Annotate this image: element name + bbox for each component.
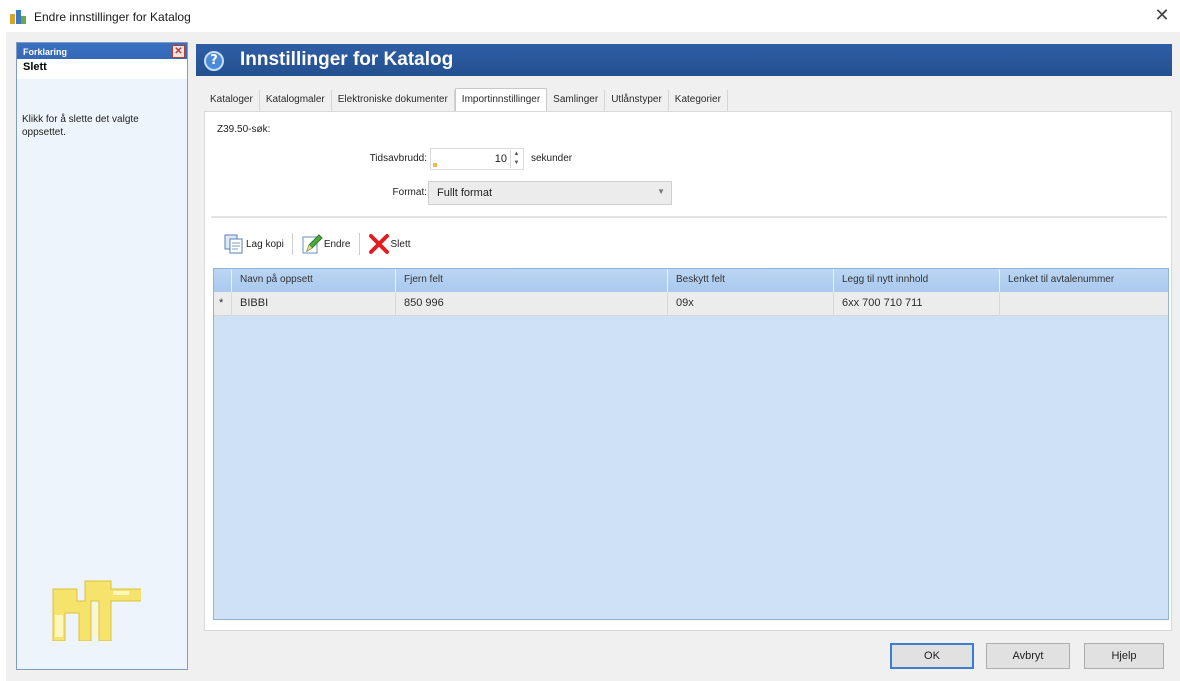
settings-header: ? Innstillinger for Katalog — [196, 44, 1172, 76]
row-marker-header — [214, 269, 232, 292]
table-cell[interactable]: 09x — [668, 292, 834, 316]
format-selected-value: Fullt format — [437, 187, 493, 199]
import-settings-grid[interactable]: Navn på oppsett Fjern felt Beskytt felt … — [213, 268, 1169, 620]
row-marker: * — [214, 292, 232, 316]
help-panel-subtitle: Slett — [17, 59, 187, 79]
help-panel-text: Klikk for å slette det valgte oppsettet. — [22, 114, 139, 138]
timeout-unit-label: sekunder — [531, 153, 573, 164]
tab-kataloger[interactable]: Kataloger — [204, 90, 260, 112]
title-bar: Endre innstillinger for Katalog ✕ — [0, 0, 1180, 32]
app-icon — [10, 10, 26, 24]
edit-button-label: Endre — [323, 238, 351, 250]
help-button[interactable]: Hjelp — [1084, 643, 1164, 669]
required-marker-icon — [433, 163, 437, 167]
tab-elektroniske-dokumenter[interactable]: Elektroniske dokumenter — [331, 90, 455, 112]
tab-importinnstillinger[interactable]: Importinnstillinger — [454, 88, 548, 112]
tab-content-panel: Z39.50-søk: Tidsavbrudd: 10 ▲ ▼ sekunder … — [204, 111, 1172, 631]
table-cell[interactable]: BIBBI — [232, 292, 396, 316]
copy-button-label: Lag kopi — [246, 238, 284, 250]
format-select[interactable]: Fullt format ▼ — [428, 181, 672, 205]
delete-button-label: Slett — [390, 238, 411, 250]
tab-utlanstyper[interactable]: Utlånstyper — [605, 90, 669, 112]
ok-button[interactable]: OK — [890, 643, 974, 669]
copy-icon — [224, 234, 243, 254]
format-label: Format: — [392, 187, 427, 198]
chevron-down-icon: ▼ — [657, 187, 665, 196]
cancel-button[interactable]: Avbryt — [986, 643, 1070, 669]
copy-button[interactable]: Lag kopi — [219, 231, 288, 257]
table-row[interactable]: * BIBBI 850 996 09x 6xx 700 710 711 — [214, 292, 1168, 316]
column-header-fjern-felt[interactable]: Fjern felt — [396, 269, 668, 292]
tab-strip: Kataloger Katalogmaler Elektroniske doku… — [204, 88, 728, 112]
help-panel: Forklaring ✕ Slett Klikk for å slette de… — [16, 42, 188, 670]
help-circle-icon[interactable]: ? — [204, 51, 224, 71]
stepper-arrows-icon[interactable]: ▲ ▼ — [510, 150, 522, 168]
edit-button[interactable]: Endre — [297, 231, 355, 257]
window-title: Endre innstillinger for Katalog — [34, 10, 191, 24]
page-title: Innstillinger for Katalog — [240, 49, 454, 70]
table-cell[interactable] — [1000, 292, 1166, 316]
column-header-lenket[interactable]: Lenket til avtalenummer — [1000, 269, 1166, 292]
timeout-value[interactable]: 10 — [495, 153, 507, 165]
toolbar-separator — [358, 233, 360, 255]
divider — [211, 216, 1167, 218]
delete-icon — [368, 234, 389, 254]
z3950-section-label: Z39.50-søk: — [217, 124, 271, 135]
edit-icon — [302, 234, 323, 254]
toolbar-separator — [291, 233, 293, 255]
table-cell[interactable]: 6xx 700 710 711 — [834, 292, 1000, 316]
help-panel-title: Forklaring — [23, 47, 68, 57]
tab-samlinger[interactable]: Samlinger — [547, 90, 606, 112]
timeout-label: Tidsavbrudd: — [369, 153, 427, 164]
column-header-beskytt-felt[interactable]: Beskytt felt — [668, 269, 834, 292]
column-header-legg-til[interactable]: Legg til nytt innhold — [834, 269, 1000, 292]
table-cell[interactable]: 850 996 — [396, 292, 668, 316]
brand-logo-icon — [52, 580, 141, 641]
help-panel-header: Forklaring ✕ Slett — [17, 43, 187, 79]
tab-kategorier[interactable]: Kategorier — [668, 90, 728, 112]
grid-toolbar: Lag kopi Endre Slett — [219, 230, 415, 258]
column-header-navn[interactable]: Navn på oppsett — [232, 269, 396, 292]
timeout-stepper[interactable]: 10 ▲ ▼ — [430, 148, 524, 170]
help-panel-close-icon[interactable]: ✕ — [172, 45, 185, 58]
close-icon[interactable]: ✕ — [1152, 6, 1172, 26]
tab-katalogmaler[interactable]: Katalogmaler — [259, 90, 332, 112]
delete-button[interactable]: Slett — [364, 231, 415, 257]
grid-header-row: Navn på oppsett Fjern felt Beskytt felt … — [214, 269, 1168, 292]
